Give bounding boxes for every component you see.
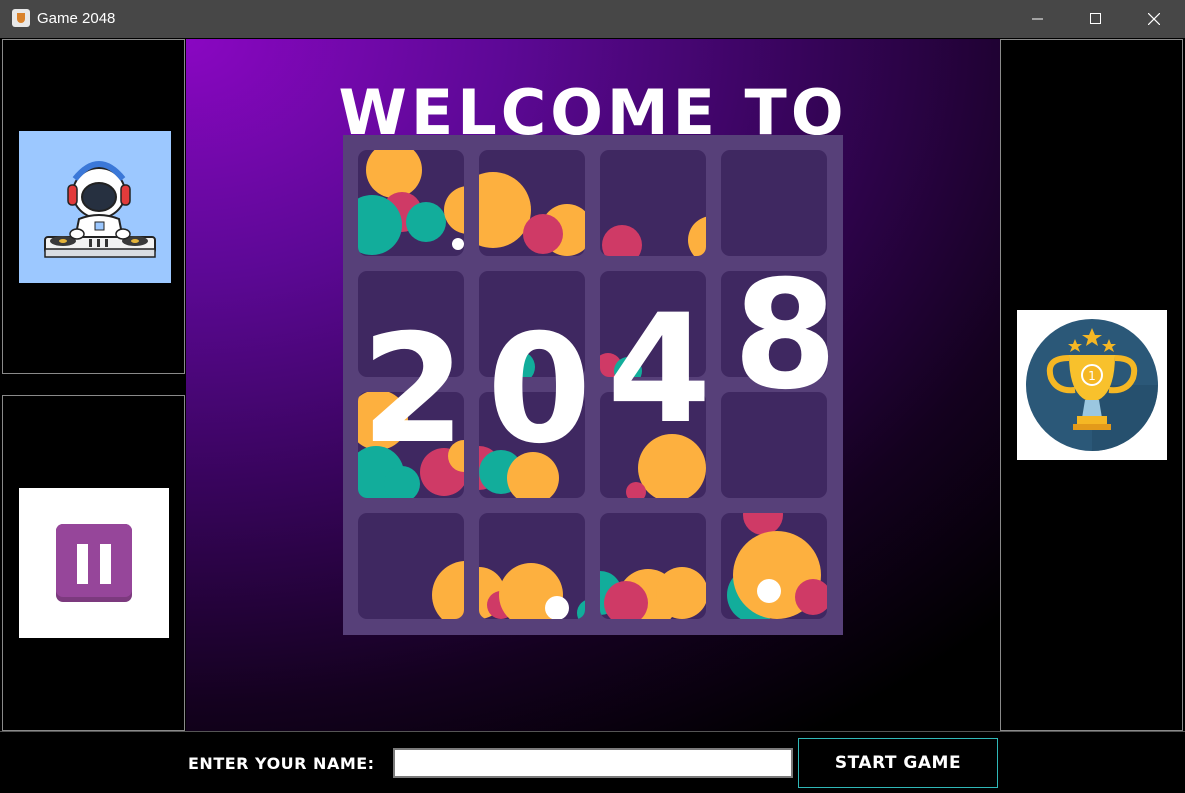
pause-icon xyxy=(56,524,132,602)
dj-astronaut-icon xyxy=(44,161,156,258)
board-tile xyxy=(600,150,706,256)
dj-astronaut-button[interactable] xyxy=(19,131,171,283)
big-digit-8: 8 xyxy=(733,249,838,423)
name-input[interactable] xyxy=(393,748,793,778)
left-bottom-panel xyxy=(2,395,185,731)
big-digit-0: 0 xyxy=(487,303,592,477)
minimize-button[interactable] xyxy=(1009,0,1067,38)
bottom-bar: ENTER YOUR NAME: START GAME xyxy=(0,731,1185,793)
maximize-button[interactable] xyxy=(1067,0,1125,38)
board-tile xyxy=(479,513,585,619)
java-app-icon xyxy=(12,9,30,27)
board-tile xyxy=(721,150,827,256)
minimize-icon xyxy=(1032,18,1043,20)
board-tile xyxy=(358,150,464,256)
leaderboard-button[interactable]: 1 xyxy=(1017,310,1167,460)
game-welcome-area: WELCOME TO 2 0 4 8 xyxy=(186,39,1000,731)
big-digit-2: 2 xyxy=(361,303,466,477)
maximize-icon xyxy=(1090,13,1101,24)
board-tile xyxy=(600,513,706,619)
board-tile xyxy=(358,513,464,619)
pause-button[interactable] xyxy=(19,488,169,638)
close-icon xyxy=(1148,13,1160,25)
left-top-panel xyxy=(2,39,185,374)
big-number-2048: 2 0 4 8 xyxy=(361,261,837,477)
trophy-icon: 1 xyxy=(1026,319,1158,451)
game-board: 2 0 4 8 xyxy=(343,135,843,635)
name-label: ENTER YOUR NAME: xyxy=(188,754,375,773)
start-game-button[interactable]: START GAME xyxy=(798,738,998,788)
close-button[interactable] xyxy=(1125,0,1183,38)
svg-text:1: 1 xyxy=(1088,369,1096,383)
right-panel: 1 xyxy=(1000,39,1183,731)
big-digit-4: 4 xyxy=(607,283,712,457)
window-titlebar: Game 2048 xyxy=(0,0,1185,38)
board-tile xyxy=(479,150,585,256)
board-tile xyxy=(721,513,827,619)
window-title: Game 2048 xyxy=(37,10,116,27)
